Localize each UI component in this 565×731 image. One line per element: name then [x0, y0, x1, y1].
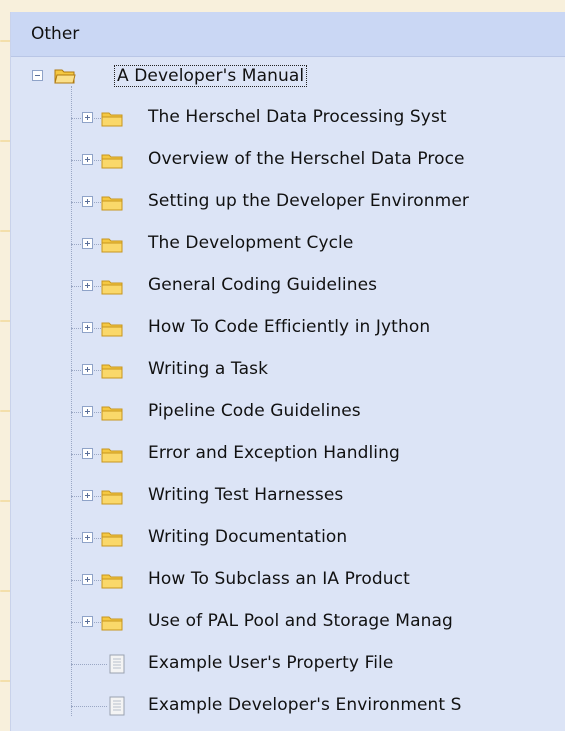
panel-header: Other	[11, 12, 565, 57]
folder-icon	[101, 574, 123, 589]
tree-folder-node[interactable]: Use of PAL Pool and Storage Manag	[11, 602, 565, 644]
tree-folder-node[interactable]: Overview of the Herschel Data Proce	[11, 140, 565, 182]
tree-panel: Other A Developer's Manual The Herschel …	[10, 12, 565, 731]
folder-icon	[101, 280, 123, 295]
tree-folder-label: Writing Test Harnesses	[148, 485, 344, 505]
tree-folder-node[interactable]: The Development Cycle	[11, 224, 565, 266]
tree-folder-node[interactable]: General Coding Guidelines	[11, 266, 565, 308]
tree-folder-label: Pipeline Code Guidelines	[148, 401, 361, 421]
tree-folder-node[interactable]: The Herschel Data Processing Syst	[11, 98, 565, 140]
tree-document-node[interactable]: Example User's Property File	[11, 644, 565, 686]
tree-folder-label: Writing Documentation	[148, 527, 348, 547]
expand-icon[interactable]	[82, 490, 93, 501]
tree-folder-label: Overview of the Herschel Data Proce	[148, 149, 465, 169]
tree-folder-node[interactable]: How To Subclass an IA Product	[11, 560, 565, 602]
folder-icon	[101, 238, 123, 253]
folder-icon	[101, 448, 123, 463]
tree-folder-label: Error and Exception Handling	[148, 443, 400, 463]
tree-folder-node[interactable]: Pipeline Code Guidelines	[11, 392, 565, 434]
expand-icon[interactable]	[82, 112, 93, 123]
tree-folder-label: General Coding Guidelines	[148, 275, 378, 295]
tree-folder-node[interactable]: Writing Test Harnesses	[11, 476, 565, 518]
tree-document-label: Example User's Property File	[148, 653, 394, 673]
tree-folder-label: Use of PAL Pool and Storage Manag	[148, 611, 453, 631]
tree-folder-label: How To Code Efficiently in Jython	[148, 317, 431, 337]
tree-folder-label: Writing a Task	[148, 359, 269, 379]
open-folder-icon	[54, 69, 76, 84]
tree-folder-label: The Development Cycle	[148, 233, 354, 253]
folder-icon	[101, 196, 123, 211]
tree-folder-node[interactable]: Writing a Task	[11, 350, 565, 392]
expand-icon[interactable]	[82, 196, 93, 207]
tree-root-label: A Developer's Manual	[114, 65, 308, 87]
collapse-icon[interactable]	[32, 70, 43, 81]
tree-folder-node[interactable]: How To Code Efficiently in Jython	[11, 308, 565, 350]
tree-folder-label: Setting up the Developer Environmer	[148, 191, 469, 211]
tree-document-label: Example Developer's Environment S	[148, 695, 462, 715]
folder-icon	[101, 532, 123, 547]
expand-icon[interactable]	[82, 280, 93, 291]
tree-folder-label: The Herschel Data Processing Syst	[148, 107, 447, 127]
expand-icon[interactable]	[82, 322, 93, 333]
tree-root-node[interactable]: A Developer's Manual	[11, 56, 565, 98]
expand-icon[interactable]	[82, 154, 93, 165]
expand-icon[interactable]	[82, 616, 93, 627]
folder-icon	[101, 154, 123, 169]
folder-icon	[101, 406, 123, 421]
document-icon	[109, 654, 125, 674]
expand-icon[interactable]	[82, 532, 93, 543]
folder-icon	[101, 112, 123, 127]
tree-folder-label: How To Subclass an IA Product	[148, 569, 410, 589]
tree-folder-node[interactable]: Writing Documentation	[11, 518, 565, 560]
folder-icon	[101, 322, 123, 337]
expand-icon[interactable]	[82, 448, 93, 459]
tree-folder-node[interactable]: Setting up the Developer Environmer	[11, 182, 565, 224]
tree-document-node[interactable]: Example Developer's Environment S	[11, 686, 565, 728]
folder-icon	[101, 490, 123, 505]
folder-icon	[101, 364, 123, 379]
expand-icon[interactable]	[82, 574, 93, 585]
expand-icon[interactable]	[82, 406, 93, 417]
expand-icon[interactable]	[82, 364, 93, 375]
tree-connector-branch	[71, 706, 107, 707]
tree-connector-branch	[71, 664, 107, 665]
panel-title: Other	[31, 24, 80, 44]
document-icon	[109, 696, 125, 716]
expand-icon[interactable]	[82, 238, 93, 249]
folder-icon	[101, 616, 123, 631]
tree-folder-node[interactable]: Error and Exception Handling	[11, 434, 565, 476]
